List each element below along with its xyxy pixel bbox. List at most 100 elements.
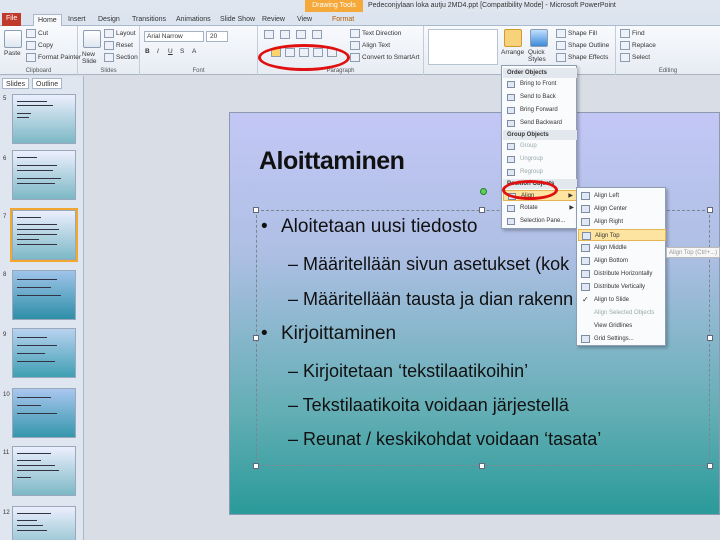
tab-format[interactable]: Format (328, 14, 358, 26)
menu-group[interactable]: Group (503, 141, 577, 152)
slide-thumbnail[interactable] (12, 270, 76, 320)
shapes-gallery[interactable] (428, 29, 498, 65)
menu-grid-settings[interactable]: Grid Settings... (578, 333, 666, 345)
bullet-level1: Kirjoittaminen (281, 323, 397, 344)
slide-thumbnail[interactable] (12, 388, 76, 438)
slides-group: New Slide Layout Reset Section Slides (78, 26, 140, 75)
slide-thumbnail[interactable] (12, 328, 76, 378)
menu-ungroup[interactable]: Ungroup (503, 154, 577, 165)
menu-align-middle[interactable]: Align Middle (578, 242, 666, 254)
tab-animations[interactable]: Animations (172, 14, 215, 26)
slide-thumbnail-selected[interactable] (10, 208, 78, 262)
align-text-button[interactable]: Align Text (362, 42, 390, 49)
slides-group-label: Slides (100, 68, 117, 74)
italic-button[interactable]: I (157, 48, 159, 55)
menu-bring-forward[interactable]: Bring Forward (503, 105, 577, 116)
slide-thumbnail[interactable] (12, 94, 76, 144)
shape-fill-button[interactable]: Shape Fill (568, 30, 597, 37)
menu-send-backward[interactable]: Send Backward (503, 118, 577, 129)
select-button[interactable]: Select (632, 54, 650, 61)
find-button[interactable]: Find (632, 30, 645, 37)
menu-align-bottom[interactable]: Align Bottom (578, 255, 666, 267)
menu-align-selected-objects[interactable]: Align Selected Objects (578, 307, 666, 319)
menu-distribute-vertically[interactable]: Distribute Vertically (578, 281, 666, 293)
quick-styles-icon[interactable] (530, 29, 548, 47)
menu-view-gridlines[interactable]: View Gridlines (578, 320, 666, 332)
rotation-handle[interactable] (480, 188, 487, 195)
selection-pane-icon (507, 218, 515, 225)
resize-handle[interactable] (707, 335, 713, 341)
format-painter-button[interactable]: Format Painter (38, 54, 81, 61)
bold-button[interactable]: B (145, 48, 150, 55)
tab-insert[interactable]: Insert (64, 14, 90, 26)
menu-align-to-slide[interactable]: ✓ Align to Slide (578, 294, 666, 306)
shape-fill-icon (556, 29, 566, 38)
shape-outline-button[interactable]: Shape Outline (568, 42, 609, 49)
resize-handle[interactable] (707, 207, 713, 213)
reset-button[interactable]: Reset (116, 42, 133, 49)
font-name-select[interactable]: Arial Narrow (144, 31, 204, 42)
format-painter-icon (26, 53, 36, 62)
cut-button[interactable]: Cut (38, 30, 48, 37)
font-color-button[interactable]: A (192, 48, 196, 55)
group-objects-header: Group Objects (503, 130, 577, 140)
resize-handle[interactable] (479, 207, 485, 213)
replace-button[interactable]: Replace (632, 42, 656, 49)
resize-handle[interactable] (707, 463, 713, 469)
menu-align-top[interactable]: Align Top (578, 229, 666, 241)
convert-smartart-button[interactable]: Convert to SmartArt (362, 54, 419, 61)
menu-regroup[interactable]: Regroup (503, 167, 577, 178)
menu-align-center[interactable]: Align Center (578, 203, 666, 215)
arrange-button[interactable]: Arrange (501, 49, 524, 56)
shape-effects-icon (556, 53, 566, 62)
font-size-select[interactable]: 20 (206, 31, 228, 42)
bullets-icon[interactable] (264, 30, 274, 39)
underline-button[interactable]: U (168, 48, 173, 55)
slide-thumbnail[interactable] (12, 150, 76, 200)
tab-view[interactable]: View (293, 14, 316, 26)
resize-handle[interactable] (253, 335, 259, 341)
align-right-icon (581, 218, 590, 226)
quick-styles-button[interactable]: Quick Styles (528, 49, 554, 63)
tab-review[interactable]: Review (258, 14, 289, 26)
paste-button[interactable]: Paste (4, 50, 21, 57)
menu-align-right[interactable]: Align Right (578, 216, 666, 228)
slide-thumbnail[interactable] (12, 446, 76, 496)
menu-rotate[interactable]: Rotate ▶ (503, 203, 577, 214)
resize-handle[interactable] (479, 463, 485, 469)
arrange-icon[interactable] (504, 29, 522, 47)
new-slide-button[interactable]: New Slide (82, 51, 104, 65)
tab-slides[interactable]: Slides (2, 78, 30, 89)
tab-home[interactable]: Home (33, 14, 62, 26)
resize-handle[interactable] (253, 207, 259, 213)
slide-title[interactable]: Aloittaminen (259, 147, 405, 176)
tab-slide-show[interactable]: Slide Show (216, 14, 259, 26)
slide-thumbnail[interactable] (12, 506, 76, 540)
slides-panel: Slides Outline 5 6 7 8 9 10 11 12 (0, 76, 84, 540)
new-slide-icon[interactable] (83, 30, 101, 48)
tab-design[interactable]: Design (94, 14, 124, 26)
shape-effects-button[interactable]: Shape Effects (568, 54, 608, 61)
text-direction-icon (350, 29, 360, 38)
paste-icon[interactable] (4, 30, 22, 48)
clipboard-group-label: Clipboard (25, 68, 52, 74)
increase-indent-icon[interactable] (312, 30, 322, 39)
numbering-icon[interactable] (280, 30, 290, 39)
menu-distribute-horizontally[interactable]: Distribute Horizontally (578, 268, 666, 280)
tab-outline[interactable]: Outline (32, 78, 63, 89)
menu-align-left[interactable]: Align Left (578, 190, 666, 202)
menu-send-to-back[interactable]: Send to Back (503, 92, 577, 103)
copy-icon (26, 41, 36, 50)
regroup-icon (507, 169, 515, 176)
section-button[interactable]: Section (116, 54, 138, 61)
resize-handle[interactable] (253, 463, 259, 469)
decrease-indent-icon[interactable] (296, 30, 306, 39)
menu-selection-pane[interactable]: Selection Pane... (503, 216, 577, 227)
copy-button[interactable]: Copy (38, 42, 53, 49)
tab-transitions[interactable]: Transitions (128, 14, 170, 26)
text-direction-button[interactable]: Text Direction (362, 30, 401, 37)
shadow-button[interactable]: S (180, 48, 184, 55)
layout-button[interactable]: Layout (116, 30, 136, 37)
menu-bring-to-front[interactable]: Bring to Front (503, 79, 577, 90)
tab-file[interactable]: File (2, 13, 22, 26)
